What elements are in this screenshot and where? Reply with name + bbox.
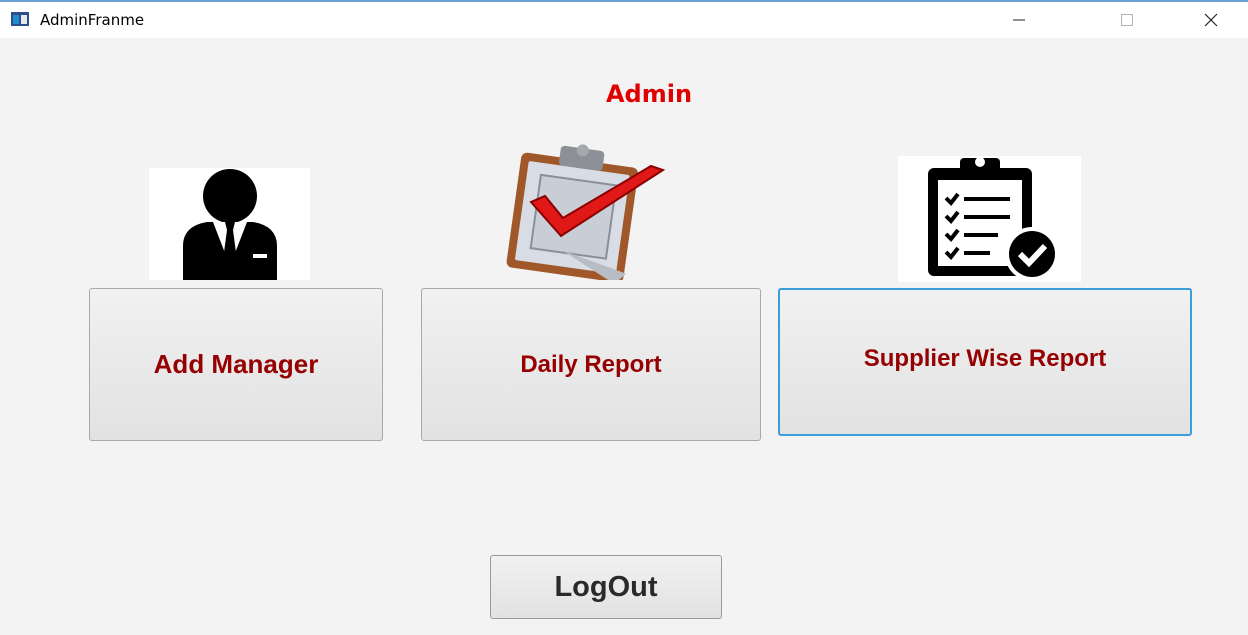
window-title: AdminFranme — [40, 11, 145, 29]
clipboard-check-icon — [506, 144, 666, 280]
admin-window: AdminFranme Admin Add Manager Daily Repo… — [0, 0, 1248, 635]
maximize-button[interactable] — [1104, 4, 1150, 36]
maximize-icon — [1121, 14, 1133, 26]
close-icon — [1204, 13, 1218, 27]
close-button[interactable] — [1188, 4, 1234, 36]
app-icon — [11, 12, 29, 26]
manager-icon — [182, 169, 277, 280]
logout-button[interactable]: LogOut — [490, 555, 722, 619]
daily-report-button[interactable]: Daily Report — [421, 288, 761, 441]
page-title: Admin — [605, 80, 693, 108]
supplier-wise-report-button[interactable]: Supplier Wise Report — [778, 288, 1192, 436]
minimize-button[interactable] — [996, 4, 1042, 36]
title-bar[interactable]: AdminFranme — [0, 2, 1248, 38]
minimize-icon — [1013, 19, 1025, 21]
daily-report-icon-box — [495, 140, 671, 280]
manager-icon-box — [149, 168, 310, 280]
supplier-report-icon-box — [898, 156, 1081, 282]
checklist-clipboard-icon — [927, 157, 1059, 281]
add-manager-button[interactable]: Add Manager — [89, 288, 383, 441]
